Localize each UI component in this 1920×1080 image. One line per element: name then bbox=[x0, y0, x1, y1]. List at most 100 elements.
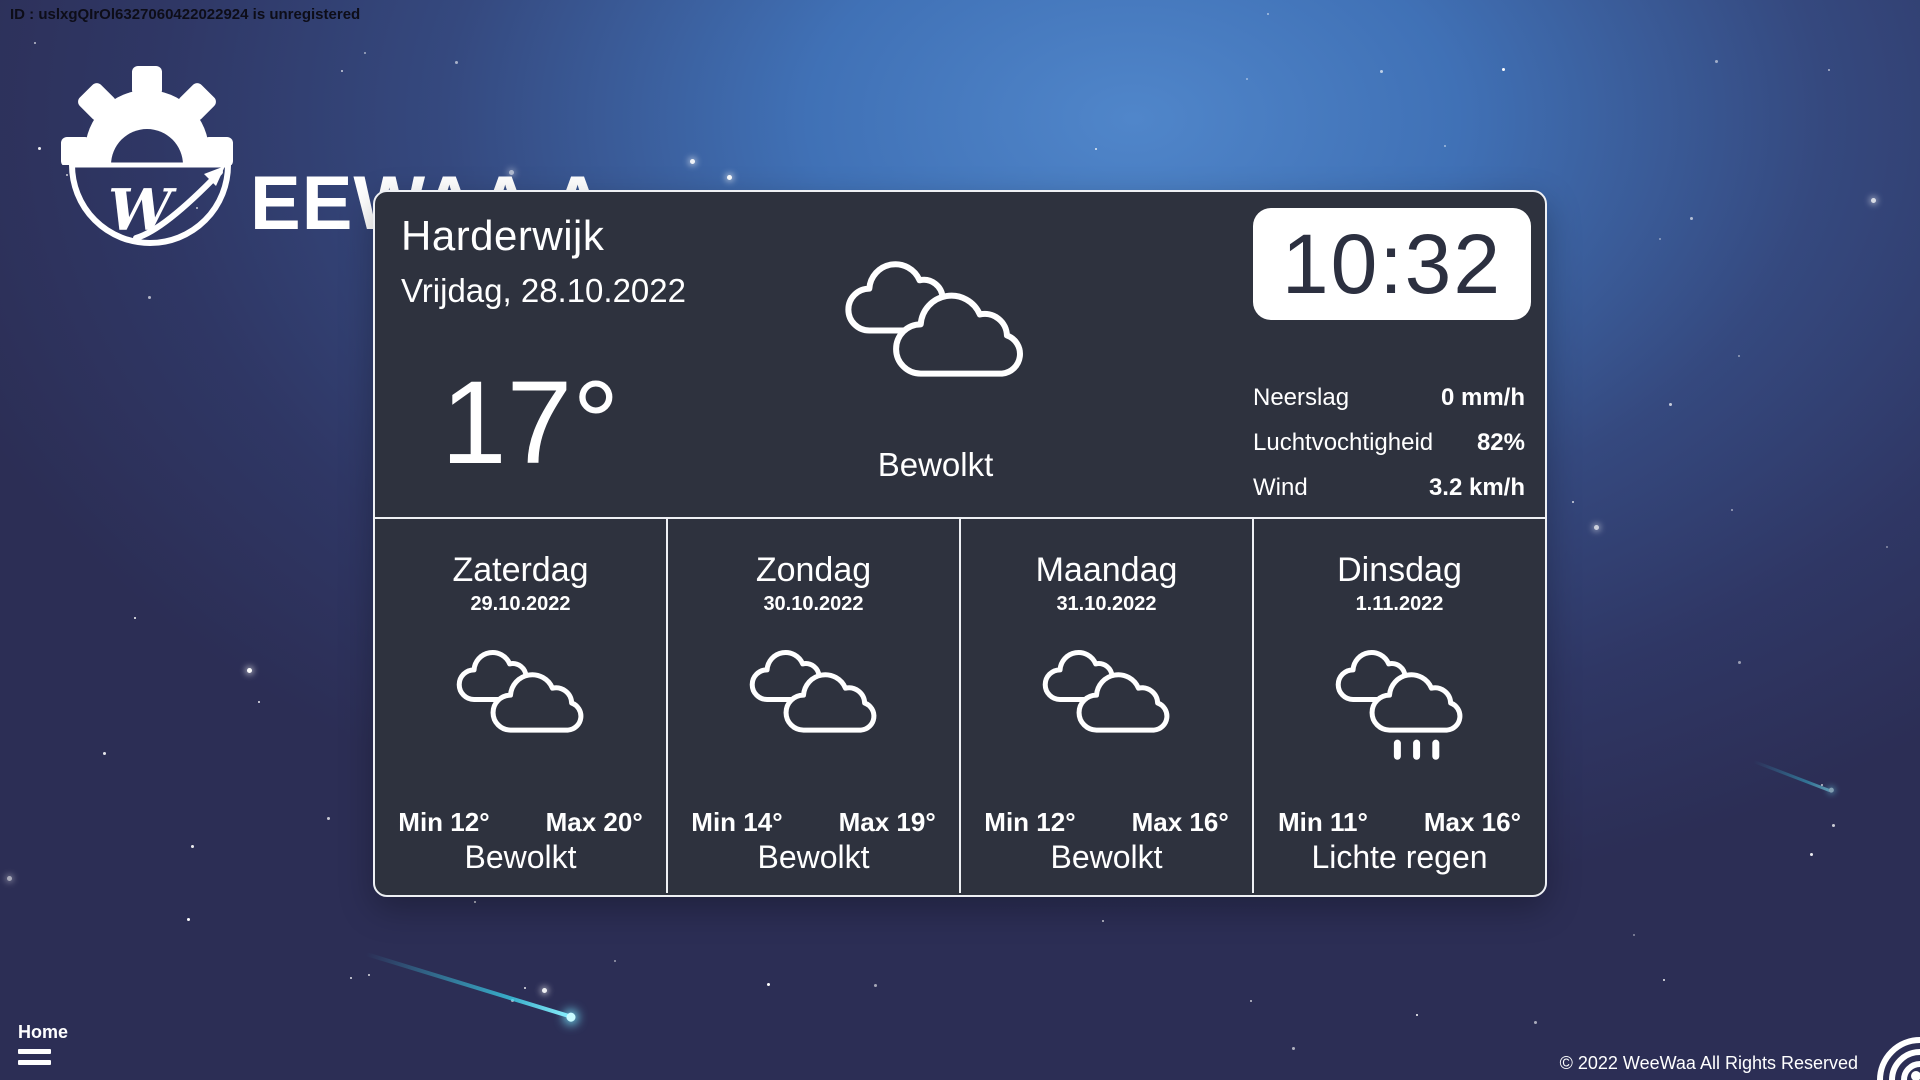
max-temp: Max 16° bbox=[1132, 807, 1229, 838]
max-temp: Max 20° bbox=[546, 807, 643, 838]
forecast-condition: Bewolkt bbox=[961, 839, 1252, 876]
detail-label: Luchtvochtigheid bbox=[1253, 429, 1433, 457]
star bbox=[1715, 60, 1718, 63]
minmax-row: Min 12° Max 20° bbox=[375, 807, 666, 838]
star bbox=[1669, 403, 1672, 406]
star bbox=[34, 42, 36, 44]
star bbox=[258, 701, 260, 703]
rain-clouds-icon bbox=[1327, 641, 1472, 765]
star bbox=[1690, 217, 1693, 220]
forecast-day-card: Zaterdag 29.10.2022 Min bbox=[375, 519, 666, 893]
star bbox=[247, 668, 252, 673]
forecast-day-card: Dinsdag 1.11.2022 Min 11 bbox=[1252, 519, 1545, 893]
registration-banner: ID : uslxgQIrOl6327060422022924 is unreg… bbox=[10, 6, 360, 23]
weather-app-screen: ID : uslxgQIrOl6327060422022924 is unreg… bbox=[0, 0, 1920, 1080]
star bbox=[1534, 1021, 1537, 1024]
menu-bars-icon bbox=[18, 1049, 68, 1065]
star bbox=[1731, 509, 1733, 511]
current-weather-section: Harderwijk Vrijdag, 28.10.2022 17° Bewol… bbox=[375, 192, 1545, 517]
forecast-day-date: 31.10.2022 bbox=[961, 593, 1252, 616]
star bbox=[767, 983, 770, 986]
star bbox=[1102, 920, 1104, 922]
clock: 10:32 bbox=[1253, 208, 1531, 320]
weather-card: Harderwijk Vrijdag, 28.10.2022 17° Bewol… bbox=[373, 190, 1547, 897]
current-date: Vrijdag, 28.10.2022 bbox=[401, 272, 686, 310]
current-condition: Bewolkt bbox=[783, 446, 1088, 484]
home-button[interactable]: Home bbox=[18, 1022, 68, 1065]
signal-arcs-icon bbox=[1868, 1028, 1920, 1080]
star bbox=[1416, 1014, 1418, 1016]
detail-row: Neerslag 0 mm/h bbox=[1253, 384, 1525, 411]
star bbox=[1828, 69, 1830, 71]
star bbox=[1832, 824, 1835, 827]
forecast-day-name: Zaterdag bbox=[375, 551, 666, 590]
minmax-row: Min 12° Max 16° bbox=[961, 807, 1252, 838]
detail-row: Wind 3.2 km/h bbox=[1253, 474, 1525, 501]
forecast-condition: Bewolkt bbox=[668, 839, 959, 876]
weewaa-logo-icon: W bbox=[60, 62, 240, 252]
star bbox=[187, 918, 190, 921]
star bbox=[1871, 198, 1876, 203]
weather-details: Neerslag 0 mm/h Luchtvochtigheid 82% Win… bbox=[1253, 384, 1525, 519]
star bbox=[1292, 1047, 1295, 1050]
star bbox=[1594, 525, 1599, 530]
star bbox=[350, 977, 352, 979]
star bbox=[727, 175, 732, 180]
star bbox=[1810, 853, 1813, 856]
star bbox=[524, 987, 526, 989]
star bbox=[1633, 934, 1635, 936]
star bbox=[1572, 501, 1574, 503]
star bbox=[1738, 661, 1741, 664]
forecast-day-date: 1.11.2022 bbox=[1254, 593, 1545, 616]
detail-row: Luchtvochtigheid 82% bbox=[1253, 429, 1525, 456]
forecast-day-card: Zondag 30.10.2022 Min 14 bbox=[666, 519, 959, 893]
forecast-day-name: Maandag bbox=[961, 551, 1252, 590]
minmax-row: Min 14° Max 19° bbox=[668, 807, 959, 838]
star bbox=[1250, 1000, 1252, 1002]
star bbox=[614, 960, 616, 962]
clouds-icon bbox=[833, 248, 1038, 381]
star bbox=[1886, 546, 1888, 548]
detail-value: 0 mm/h bbox=[1441, 384, 1525, 412]
star bbox=[341, 70, 343, 72]
detail-value: 3.2 km/h bbox=[1429, 474, 1525, 502]
star bbox=[1246, 78, 1248, 80]
star bbox=[134, 617, 136, 619]
min-temp: Min 14° bbox=[691, 807, 782, 838]
max-temp: Max 16° bbox=[1424, 807, 1521, 838]
forecast-day-name: Zondag bbox=[668, 551, 959, 590]
forecast-day-date: 29.10.2022 bbox=[375, 593, 666, 616]
minmax-row: Min 11° Max 16° bbox=[1254, 807, 1545, 838]
clouds-icon bbox=[741, 641, 886, 765]
star bbox=[1738, 355, 1740, 357]
forecast-day-date: 30.10.2022 bbox=[668, 593, 959, 616]
clouds-icon bbox=[448, 641, 593, 765]
star bbox=[542, 988, 547, 993]
star bbox=[474, 901, 476, 903]
forecast-day-name: Dinsdag bbox=[1254, 551, 1545, 590]
star bbox=[191, 845, 194, 848]
home-label: Home bbox=[18, 1022, 68, 1043]
star bbox=[38, 147, 41, 150]
star bbox=[7, 876, 12, 881]
city-name: Harderwijk bbox=[401, 212, 604, 260]
star bbox=[103, 752, 106, 755]
current-temperature: 17° bbox=[441, 364, 619, 482]
star bbox=[1095, 148, 1097, 150]
detail-label: Wind bbox=[1253, 474, 1308, 502]
star bbox=[148, 296, 151, 299]
star bbox=[364, 52, 366, 54]
star bbox=[1659, 238, 1661, 240]
star bbox=[327, 817, 330, 820]
star bbox=[1380, 70, 1383, 73]
min-temp: Min 12° bbox=[984, 807, 1075, 838]
star bbox=[1502, 68, 1505, 71]
detail-label: Neerslag bbox=[1253, 384, 1349, 412]
forecast-condition: Bewolkt bbox=[375, 839, 666, 876]
star bbox=[690, 159, 695, 164]
forecast-day-card: Maandag 31.10.2022 Min 1 bbox=[959, 519, 1252, 893]
clock-time: 10:32 bbox=[1282, 222, 1502, 306]
star bbox=[1663, 979, 1665, 981]
max-temp: Max 19° bbox=[839, 807, 936, 838]
copyright-text: © 2022 WeeWaa All Rights Reserved bbox=[1560, 1053, 1858, 1074]
